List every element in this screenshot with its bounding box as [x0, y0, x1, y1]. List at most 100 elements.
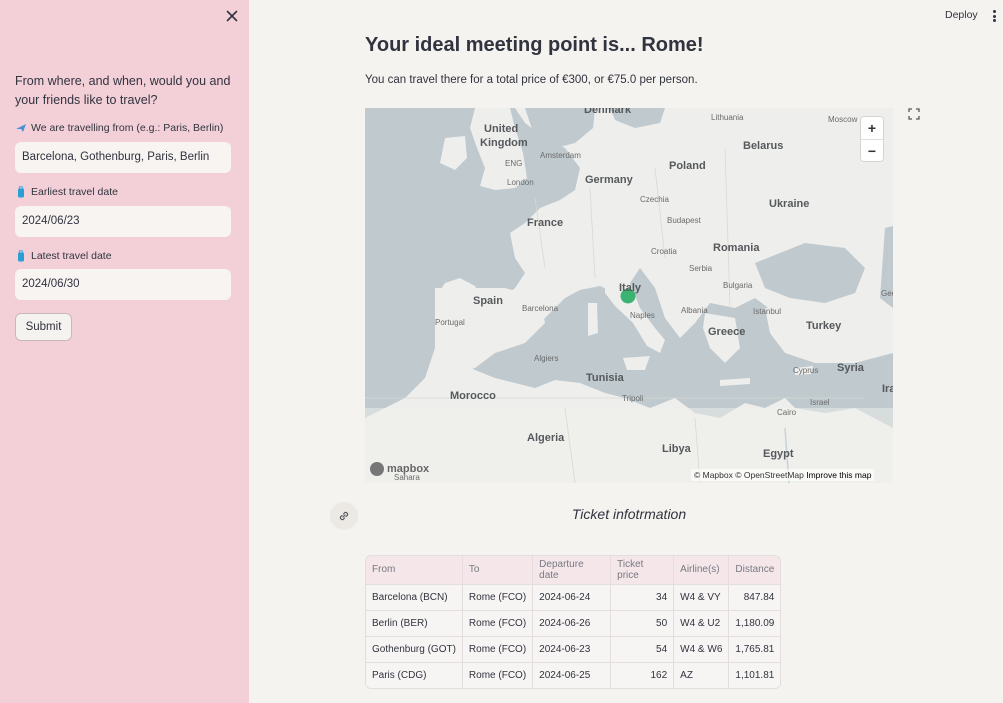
- map-attribution: © Mapbox © OpenStreetMap Improve this ma…: [691, 469, 875, 481]
- cell-price[interactable]: 162: [610, 661, 675, 688]
- map-label-belarus: Belarus: [743, 140, 784, 152]
- map-label-turkey: Turkey: [806, 320, 842, 332]
- latest-label-row: Latest travel date: [15, 250, 112, 262]
- earliest-label: Earliest travel date: [31, 186, 118, 198]
- col-airlines[interactable]: Airline(s): [673, 556, 730, 584]
- cell-distance[interactable]: 1,765.81: [728, 635, 781, 662]
- travel-question: From where, and when, would you and your…: [15, 74, 231, 107]
- map-label-bulgaria: Bulgaria: [723, 281, 753, 290]
- map-zoom-controls: + −: [861, 117, 883, 161]
- cell-airline[interactable]: W4 & VY: [673, 583, 730, 610]
- col-to[interactable]: To: [462, 556, 534, 584]
- cell-airline[interactable]: W4 & U2: [673, 609, 730, 636]
- fullscreen-icon[interactable]: [900, 100, 928, 128]
- map-label-eng: ENG: [505, 159, 523, 168]
- mapbox-logo-icon: [370, 462, 384, 476]
- cell-airline[interactable]: W4 & W6: [673, 635, 730, 662]
- map-label-moscow: Moscow: [828, 115, 858, 124]
- ticket-table: From To Departure date Ticket price Airl…: [365, 555, 782, 689]
- luggage-icon: [15, 186, 27, 198]
- mapbox-logo: mapbox: [370, 462, 429, 476]
- map-label-algeria: Algeria: [527, 432, 565, 444]
- cell-to[interactable]: Rome (FCO): [462, 609, 534, 636]
- luggage-icon: [15, 250, 27, 262]
- table-row[interactable]: Berlin (BER) Rome (FCO) 2024-06-26 50 W4…: [366, 609, 781, 636]
- improve-map-link[interactable]: Improve this map: [806, 470, 871, 480]
- map-label-spain: Spain: [473, 295, 503, 307]
- map-label-portugal: Portugal: [435, 318, 465, 327]
- link-icon[interactable]: [330, 502, 358, 530]
- map-label-algiers: Algiers: [534, 354, 559, 363]
- map-label-egypt: Egypt: [763, 448, 794, 460]
- map-label-poland: Poland: [669, 160, 706, 172]
- latest-date-input[interactable]: 2024/06/30: [15, 269, 231, 300]
- map[interactable]: Denmark Lithuania Moscow United Kingdom …: [365, 108, 893, 483]
- cell-date[interactable]: 2024-06-26: [532, 609, 612, 636]
- cell-date[interactable]: 2024-06-24: [532, 583, 612, 610]
- earliest-label-row: Earliest travel date: [15, 186, 118, 198]
- cell-price[interactable]: 50: [610, 609, 675, 636]
- cell-airline[interactable]: AZ: [673, 661, 730, 688]
- map-label-geo: Geo: [881, 289, 893, 298]
- from-input[interactable]: Barcelona, Gothenburg, Paris, Berlin: [15, 142, 231, 173]
- cell-to[interactable]: Rome (FCO): [462, 583, 534, 610]
- map-label-italy: Italy: [619, 282, 642, 294]
- cell-distance[interactable]: 1,101.81: [728, 661, 781, 688]
- table-row[interactable]: Barcelona (BCN) Rome (FCO) 2024-06-24 34…: [366, 583, 781, 610]
- ticket-info-heading: Ticket infotrmation: [571, 506, 687, 522]
- map-label-barcelona: Barcelona: [522, 304, 559, 313]
- earliest-date-input[interactable]: 2024/06/23: [15, 206, 231, 237]
- deploy-button[interactable]: Deploy: [945, 9, 978, 21]
- col-from[interactable]: From: [366, 556, 463, 584]
- table-header-row: From To Departure date Ticket price Airl…: [366, 556, 781, 584]
- zoom-out-button[interactable]: −: [861, 139, 883, 161]
- map-label-budapest: Budapest: [667, 216, 701, 225]
- map-label-tripoli: Tripoli: [622, 394, 644, 403]
- map-label-serbia: Serbia: [689, 264, 713, 273]
- cell-date[interactable]: 2024-06-25: [532, 661, 612, 688]
- zoom-in-button[interactable]: +: [861, 117, 883, 139]
- latest-label: Latest travel date: [31, 250, 112, 262]
- attribution-text: © Mapbox © OpenStreetMap: [694, 470, 804, 480]
- col-ticket-price[interactable]: Ticket price: [610, 556, 675, 584]
- map-label-naples: Naples: [630, 311, 655, 320]
- cell-from[interactable]: Paris (CDG): [366, 661, 463, 688]
- mapbox-logo-text: mapbox: [387, 463, 430, 475]
- close-sidebar-icon[interactable]: [224, 8, 240, 24]
- from-label-row: We are travelling from (e.g.: Paris, Ber…: [15, 122, 223, 134]
- page-title: Your ideal meeting point is... Rome!: [365, 34, 704, 56]
- col-distance[interactable]: Distance: [728, 556, 781, 584]
- map-label-czechia: Czechia: [640, 195, 669, 204]
- map-label-croatia: Croatia: [651, 247, 677, 256]
- map-label-tunisia: Tunisia: [586, 372, 624, 384]
- price-summary: You can travel there for a total price o…: [365, 74, 698, 86]
- map-label-ukraine: Ukraine: [769, 198, 810, 210]
- map-label-morocco: Morocco: [450, 390, 496, 402]
- sidebar: From where, and when, would you and your…: [0, 0, 249, 703]
- cell-to[interactable]: Rome (FCO): [462, 661, 534, 688]
- cell-distance[interactable]: 1,180.09: [728, 609, 781, 636]
- cell-from[interactable]: Berlin (BER): [366, 609, 463, 636]
- table-row[interactable]: Gothenburg (GOT) Rome (FCO) 2024-06-23 5…: [366, 635, 781, 662]
- map-label-lithuania: Lithuania: [711, 113, 744, 122]
- col-departure-date[interactable]: Departure date: [532, 556, 612, 584]
- cell-distance[interactable]: 847.84: [728, 583, 781, 610]
- map-label-romania: Romania: [713, 242, 760, 254]
- map-label-libya: Libya: [662, 443, 691, 455]
- cell-date[interactable]: 2024-06-23: [532, 635, 612, 662]
- submit-button[interactable]: Submit: [15, 313, 72, 341]
- map-label-cyprus: Cyprus: [793, 366, 819, 375]
- table-row[interactable]: Paris (CDG) Rome (FCO) 2024-06-25 162 AZ…: [366, 661, 781, 688]
- from-label: We are travelling from (e.g.: Paris, Ber…: [31, 122, 224, 134]
- map-label-germany: Germany: [585, 174, 633, 186]
- cell-from[interactable]: Barcelona (BCN): [366, 583, 463, 610]
- cell-price[interactable]: 34: [610, 583, 675, 610]
- map-label-denmark: Denmark: [584, 108, 632, 116]
- more-menu-icon[interactable]: [993, 10, 997, 22]
- map-label-cairo: Cairo: [777, 408, 797, 417]
- cell-from[interactable]: Gothenburg (GOT): [366, 635, 463, 662]
- map-label-syria: Syria: [837, 362, 864, 374]
- map-label-uk-1: United: [484, 123, 519, 135]
- cell-price[interactable]: 54: [610, 635, 675, 662]
- cell-to[interactable]: Rome (FCO): [462, 635, 534, 662]
